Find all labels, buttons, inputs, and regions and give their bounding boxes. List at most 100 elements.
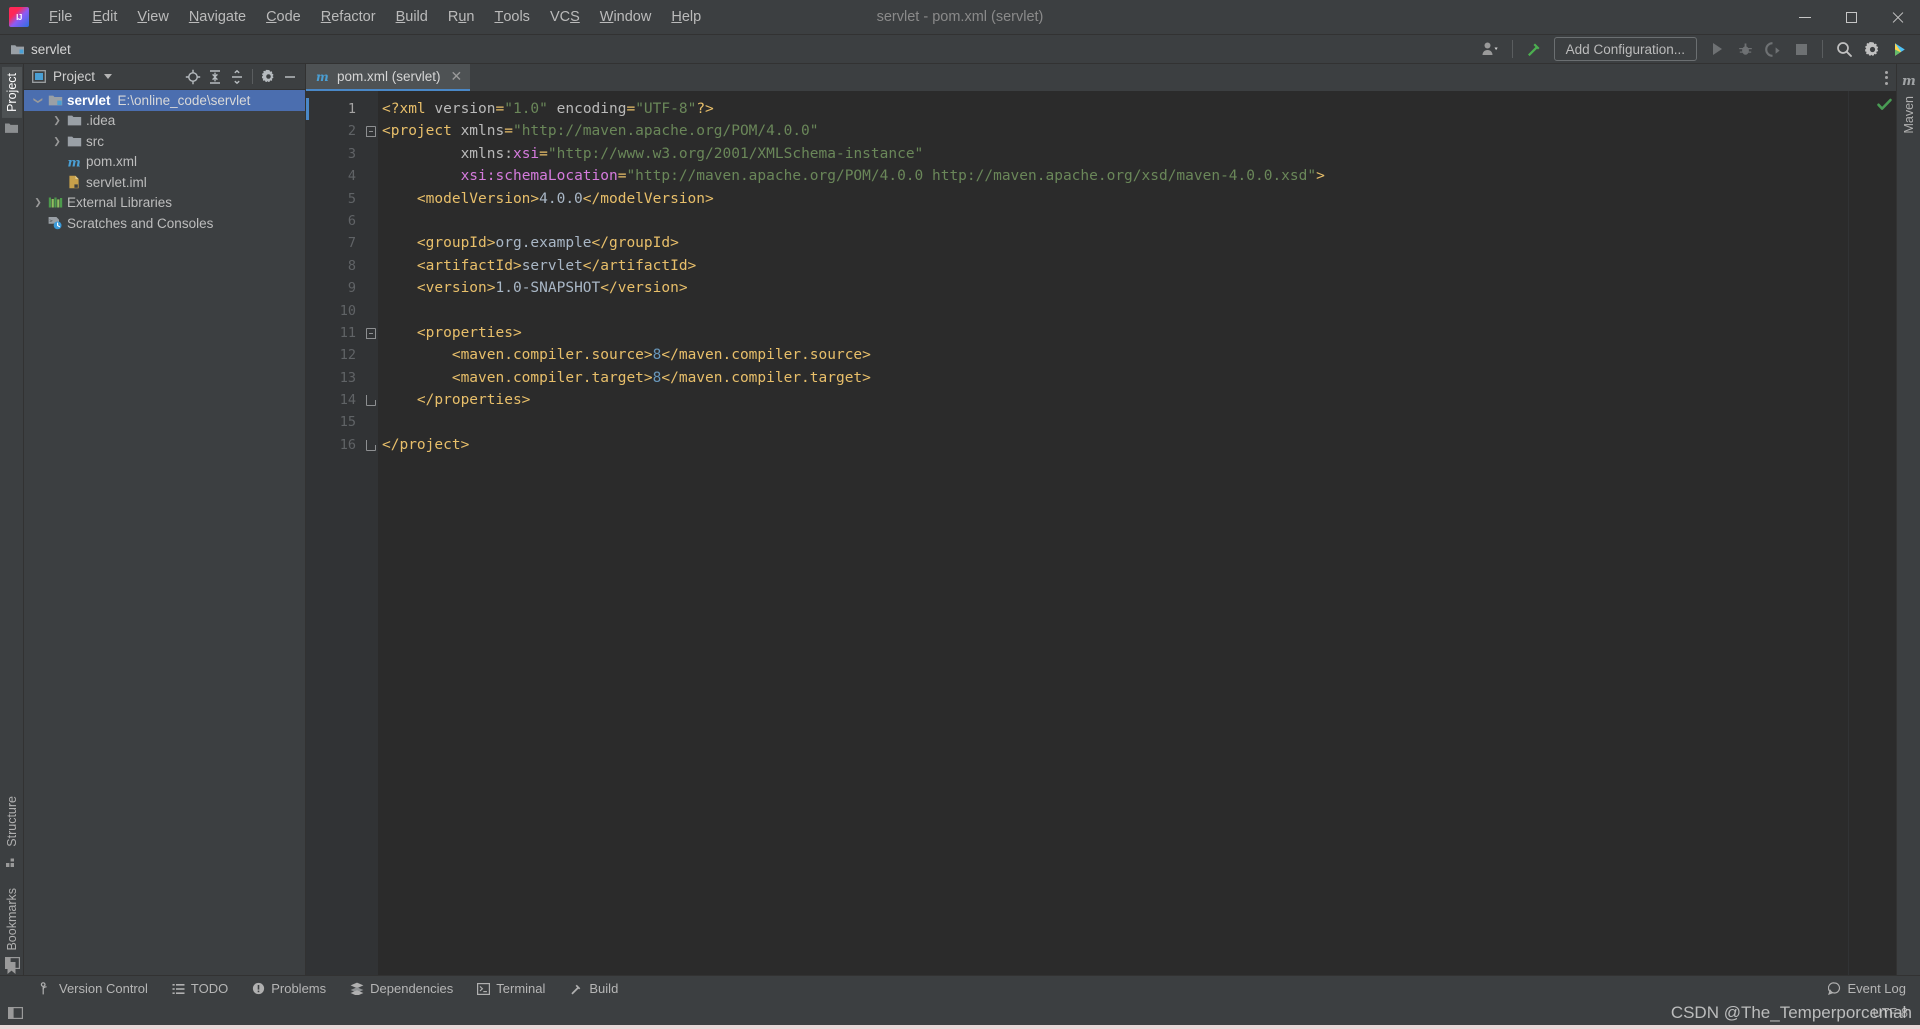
search-everywhere-icon[interactable] xyxy=(1831,37,1857,62)
code-token-txt: 4.0.0 xyxy=(539,190,583,207)
run-with-coverage-icon[interactable] xyxy=(1760,37,1786,62)
tool-button-todo[interactable]: TODO xyxy=(160,976,240,1001)
menu-item-window[interactable]: Window xyxy=(590,0,662,34)
menu-item-edit[interactable]: Edit xyxy=(82,0,127,34)
project-icon xyxy=(4,118,19,134)
menu-item-run[interactable]: Run xyxy=(438,0,485,34)
tree-item-idea[interactable]: ❯ .idea xyxy=(24,111,305,132)
fold-end-icon[interactable] xyxy=(366,440,377,451)
project-tree[interactable]: ❯ servlet E:\online_code\servlet ❯ .idea ❯ src… xyxy=(24,90,305,975)
tool-label-build: Build xyxy=(589,981,619,996)
status-toggle-toolwindows-icon[interactable] xyxy=(8,1007,23,1019)
close-button[interactable] xyxy=(1874,0,1920,35)
fold-collapse-icon[interactable] xyxy=(366,328,376,339)
tree-item-external-libraries[interactable]: ❯ External Libraries xyxy=(24,193,305,214)
menu-item-help[interactable]: Help xyxy=(661,0,711,34)
tool-button-event-log[interactable]: Event Log xyxy=(1816,981,1906,996)
line-number: 11 xyxy=(339,324,356,341)
sidebar-tab-maven[interactable]: Maven xyxy=(1899,90,1919,140)
line-number: 8 xyxy=(347,257,356,274)
close-icon[interactable]: ✕ xyxy=(451,68,463,85)
tree-item-src[interactable]: ❯ src xyxy=(24,131,305,152)
code-content[interactable]: <?xml version="1.0" encoding="UTF-8"?> <p… xyxy=(378,91,1848,975)
code-token-val: "UTF-8" xyxy=(635,101,697,117)
hide-tool-windows-icon[interactable] xyxy=(5,957,20,969)
scratches-icon: >_ xyxy=(46,216,64,230)
menu-item-navigate[interactable]: Navigate xyxy=(179,0,256,34)
fold-end-icon[interactable] xyxy=(366,395,377,407)
chevron-down-icon[interactable]: ❯ xyxy=(33,92,44,108)
menu-item-refactor[interactable]: Refactor xyxy=(311,0,386,34)
settings-gear-icon[interactable] xyxy=(1859,37,1885,62)
user-account-icon[interactable] xyxy=(1478,37,1504,62)
project-panel-header: Project xyxy=(24,64,305,90)
fold-collapse-icon[interactable] xyxy=(366,126,376,138)
run-configuration-selector[interactable]: Add Configuration... xyxy=(1553,37,1697,61)
tool-button-terminal[interactable]: Terminal xyxy=(465,976,557,1001)
status-encoding[interactable]: UTF-8 xyxy=(1873,1006,1908,1020)
tree-item-servlet[interactable]: ❯ servlet E:\online_code\servlet xyxy=(24,90,305,111)
code-token-tag: = xyxy=(504,123,513,140)
tree-item-servlet-iml[interactable]: servlet.iml xyxy=(24,172,305,193)
build-hammer-icon[interactable] xyxy=(1521,37,1547,62)
menu-item-file[interactable]: File xyxy=(39,0,82,34)
status-bar: UTF-8 CSDN @The_Temperporcemah xyxy=(0,1001,1920,1025)
project-folder-icon xyxy=(10,43,25,56)
window-controls xyxy=(1782,0,1920,34)
code-token-tag: <modelVersion> xyxy=(416,190,540,207)
todo-list-icon xyxy=(172,983,185,995)
menu-item-build[interactable]: Build xyxy=(386,0,438,34)
menu-item-tools[interactable]: Tools xyxy=(484,0,539,34)
sidebar-tab-bookmarks[interactable]: Bookmarks xyxy=(2,882,22,957)
chevron-right-icon[interactable]: ❯ xyxy=(49,115,65,126)
run-icon[interactable] xyxy=(1704,37,1730,62)
tree-item-scratches-and-consoles[interactable]: >_ Scratches and Consoles xyxy=(24,213,305,234)
sidebar-tab-project[interactable]: Project xyxy=(1,67,22,118)
tool-button-build[interactable]: Build xyxy=(557,976,630,1001)
maximize-button[interactable] xyxy=(1828,0,1874,35)
line-number: 7 xyxy=(347,235,356,252)
code-folding-gutter[interactable] xyxy=(364,91,378,975)
menu-item-vcs[interactable]: VC S xyxy=(540,0,590,34)
expand-all-icon[interactable] xyxy=(204,66,226,88)
tool-label-version-control: Version Control xyxy=(59,981,148,996)
ide-features-trainer-icon[interactable] xyxy=(1887,37,1913,62)
menu-item-view[interactable]: View xyxy=(127,0,178,34)
tree-item-label: servlet xyxy=(67,92,111,108)
select-opened-file-icon[interactable] xyxy=(182,66,204,88)
editor-area: m pom.xml (servlet) ✕ 1 2 3 4 5 6 7 8 9 10 11 12 13 1… xyxy=(306,64,1896,975)
folder-icon xyxy=(65,114,83,127)
more-options-icon[interactable] xyxy=(1885,70,1888,85)
chevron-right-icon[interactable]: ❯ xyxy=(49,136,65,147)
editor-tab-pom-xml[interactable]: m pom.xml (servlet) ✕ xyxy=(306,64,471,91)
line-number: 6 xyxy=(347,212,356,229)
line-number: 16 xyxy=(339,436,356,453)
chevron-right-icon[interactable]: ❯ xyxy=(30,197,46,208)
tool-button-version-control[interactable]: Version Control xyxy=(28,976,160,1001)
settings-gear-icon[interactable] xyxy=(257,66,279,88)
chevron-down-icon[interactable] xyxy=(104,74,113,79)
minimize-button[interactable] xyxy=(1782,0,1828,35)
tool-button-dependencies[interactable]: Dependencies xyxy=(338,976,465,1001)
tree-item-pom-xml[interactable]: m pom.xml xyxy=(24,152,305,173)
code-editor[interactable]: 1 2 3 4 5 6 7 8 9 10 11 12 13 14 15 16 <?xml version="1… xyxy=(306,91,1896,975)
code-token-attr: xmlns: xyxy=(460,145,513,162)
tool-window-bar-right: Event Log xyxy=(1816,981,1920,996)
inspection-status-ok-icon[interactable] xyxy=(1874,94,1894,114)
collapse-all-icon[interactable] xyxy=(226,66,248,88)
line-number: 15 xyxy=(339,414,356,431)
menu-item-code[interactable]: Code xyxy=(256,0,311,34)
hide-panel-icon[interactable] xyxy=(279,66,301,88)
stop-icon[interactable] xyxy=(1788,37,1814,62)
problems-icon xyxy=(252,982,265,995)
debug-icon[interactable] xyxy=(1732,37,1758,62)
tool-button-problems[interactable]: Problems xyxy=(240,976,338,1001)
tool-window-bar: Version Control TODO Problems Dependenci… xyxy=(0,975,1920,1001)
code-line: </properties> xyxy=(382,389,1848,411)
breadcrumb[interactable]: servlet xyxy=(10,42,71,57)
left-tool-strip: Project Structure Bookmarks xyxy=(0,64,24,975)
error-stripe-marker-rail[interactable] xyxy=(1848,91,1862,975)
sidebar-tab-structure[interactable]: Structure xyxy=(2,790,22,853)
